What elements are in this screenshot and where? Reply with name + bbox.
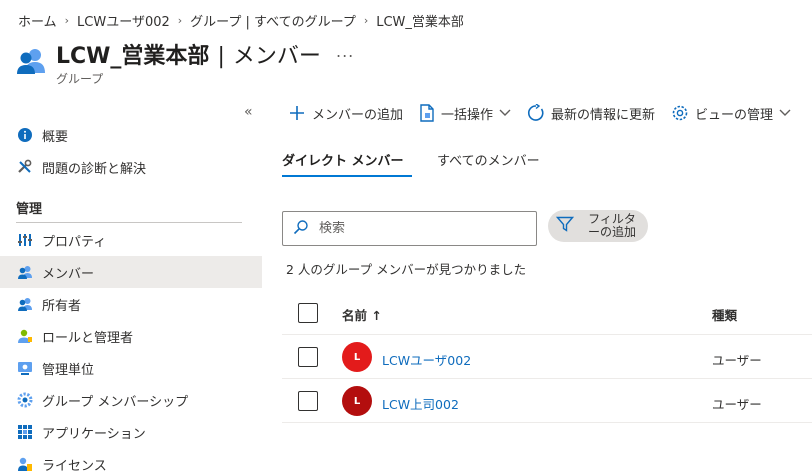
group-icon xyxy=(16,47,46,75)
result-count: 2 人のグループ メンバーが見つかりました xyxy=(286,262,527,277)
filter-icon xyxy=(555,215,575,237)
command-bar: メンバーの追加 一括操作 最新の情報に更新 ビューの管理 xyxy=(288,100,807,126)
chevron-down-icon xyxy=(499,109,511,117)
sidebar-item-members[interactable]: メンバー xyxy=(0,256,262,288)
sidebar-item-label: ライセンス xyxy=(42,458,107,474)
search-box[interactable] xyxy=(282,211,537,246)
manage-view-label: ビューの管理 xyxy=(695,107,774,123)
admin-units-icon xyxy=(16,359,34,377)
group-name: LCW_営業本部 xyxy=(56,44,210,69)
sidebar-item-label: プロパティ xyxy=(42,234,107,250)
add-member-button[interactable]: メンバーの追加 xyxy=(288,104,403,123)
add-member-label: メンバーの追加 xyxy=(312,107,404,123)
bulk-operations-button[interactable]: 一括操作 xyxy=(419,104,511,123)
row-checkbox[interactable] xyxy=(298,391,318,411)
refresh-label: 最新の情報に更新 xyxy=(551,107,656,123)
wrench-icon xyxy=(16,158,34,176)
owners-icon xyxy=(16,295,34,313)
column-header-type: 種類 xyxy=(712,308,738,323)
column-header-name[interactable]: 名前 ↑ xyxy=(342,305,382,324)
gear-icon xyxy=(16,391,34,409)
refresh-icon xyxy=(527,104,545,122)
search-input[interactable] xyxy=(319,221,519,236)
title-separator: | xyxy=(217,44,225,69)
manage-view-button[interactable]: ビューの管理 xyxy=(671,104,791,123)
sidebar-item-troubleshoot[interactable]: 問題の診断と解決 xyxy=(0,151,262,183)
sidebar-item-label: メンバー xyxy=(42,266,95,282)
license-icon xyxy=(16,455,34,473)
applications-icon xyxy=(16,423,34,441)
chevron-down-icon xyxy=(779,109,791,117)
page-title: LCW_営業本部 | メンバー xyxy=(56,38,321,70)
sidebar-item-owners[interactable]: 所有者 xyxy=(0,288,262,320)
sidebar-item-properties[interactable]: プロパティ xyxy=(0,224,262,256)
members-icon xyxy=(16,263,34,281)
sidebar-item-label: 管理単位 xyxy=(42,362,95,378)
tab-direct-members[interactable]: ダイレクト メンバー xyxy=(282,150,404,169)
page-section: メンバー xyxy=(232,44,321,69)
add-filter-button[interactable]: フィルタ ーの追加 xyxy=(548,210,648,242)
breadcrumb-groups[interactable]: グループ | すべてのグループ xyxy=(190,11,356,30)
breadcrumb-user[interactable]: LCWユーザ002 xyxy=(77,11,170,30)
sidebar-item-overview[interactable]: 概要 xyxy=(0,119,262,151)
search-icon xyxy=(293,219,309,239)
tab-all-members[interactable]: すべてのメンバー xyxy=(437,150,540,169)
properties-icon xyxy=(16,231,34,249)
sidebar-item-label: 所有者 xyxy=(42,298,82,314)
table-row: L LCWユーザ002 ユーザー xyxy=(282,336,812,379)
more-options-button[interactable]: ... xyxy=(336,42,354,61)
breadcrumb-home[interactable]: ホーム xyxy=(18,11,57,30)
plus-icon xyxy=(288,104,306,122)
sidebar-item-admin-units[interactable]: 管理単位 xyxy=(0,352,262,384)
sidebar-divider xyxy=(16,222,242,223)
table-row: L LCW上司002 ユーザー xyxy=(282,380,812,423)
select-all-checkbox[interactable] xyxy=(298,303,318,323)
member-type: ユーザー xyxy=(712,353,762,368)
avatar: L xyxy=(342,342,372,372)
row-checkbox[interactable] xyxy=(298,347,318,367)
active-tab-indicator xyxy=(282,175,412,177)
collapse-sidebar-button[interactable]: « xyxy=(244,104,253,120)
sidebar-item-label: グループ メンバーシップ xyxy=(42,394,189,410)
info-icon xyxy=(16,126,34,144)
table-header: 名前 ↑ 種類 xyxy=(282,292,812,335)
member-name-link[interactable]: LCWユーザ002 xyxy=(382,350,471,369)
sidebar-item-group-membership[interactable]: グループ メンバーシップ xyxy=(0,384,262,416)
sidebar-item-label: 概要 xyxy=(42,129,69,145)
chevron-right-icon: › xyxy=(363,13,369,27)
sidebar-item-label: ロールと管理者 xyxy=(42,330,134,346)
chevron-right-icon: › xyxy=(177,13,183,27)
chevron-right-icon: › xyxy=(64,13,70,27)
avatar: L xyxy=(342,386,372,416)
breadcrumb: ホーム › LCWユーザ002 › グループ | すべてのグループ › LCW_… xyxy=(18,10,464,30)
document-icon xyxy=(419,104,435,122)
add-filter-label: フィルタ ーの追加 xyxy=(582,213,642,239)
page-subtitle: グループ xyxy=(56,72,104,86)
roles-icon xyxy=(16,327,34,345)
sidebar-item-label: アプリケーション xyxy=(42,426,146,442)
bulk-operations-label: 一括操作 xyxy=(441,107,494,123)
filter-label-line2: ーの追加 xyxy=(587,225,636,239)
refresh-button[interactable]: 最新の情報に更新 xyxy=(527,104,655,123)
sidebar-item-applications[interactable]: アプリケーション xyxy=(0,416,262,448)
member-name-link[interactable]: LCW上司002 xyxy=(382,394,459,413)
sidebar-item-label: 問題の診断と解決 xyxy=(42,161,147,177)
member-type: ユーザー xyxy=(712,397,762,412)
sidebar-item-licenses[interactable]: ライセンス xyxy=(0,448,262,475)
breadcrumb-group[interactable]: LCW_営業本部 xyxy=(376,11,464,30)
sidebar-item-roles[interactable]: ロールと管理者 xyxy=(0,320,262,352)
gear-icon xyxy=(671,104,689,122)
sidebar-section-manage: 管理 xyxy=(16,202,43,217)
